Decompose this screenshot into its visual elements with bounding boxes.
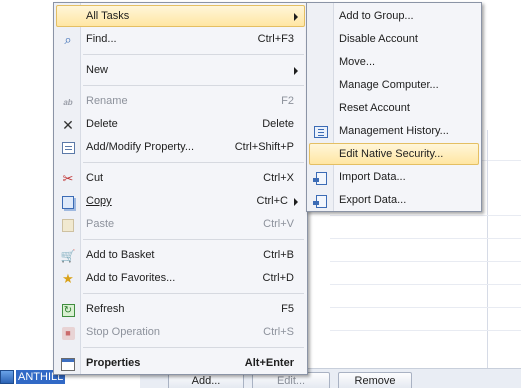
properties-icon (60, 356, 76, 372)
refresh-icon: ↻ (60, 302, 76, 318)
menu-item-label: Properties (86, 357, 141, 369)
menu-item-reset-account[interactable]: Reset Account (309, 97, 479, 119)
menu-item-shortcut: Ctrl+S (263, 326, 294, 338)
export-icon (312, 193, 329, 209)
menu-item-disable-account[interactable]: Disable Account (309, 28, 479, 50)
menu-item-label: Copy (86, 195, 112, 207)
menu-separator (83, 85, 304, 86)
menu-item-refresh[interactable]: ↻ Refresh F5 (56, 298, 305, 320)
find-icon: ⌕ (64, 32, 72, 47)
menu-item-copy[interactable]: Copy Ctrl+C (56, 190, 305, 212)
list-column-divider (487, 130, 488, 368)
menu-item-management-history[interactable]: Management History... (309, 120, 479, 142)
menu-item-shortcut: Ctrl+Shift+P (234, 141, 294, 153)
scissors-icon: ✂ (62, 171, 74, 186)
delete-icon: ✕ (62, 117, 74, 133)
menu-item-label: Manage Computer... (339, 79, 439, 91)
menu-item-label: Export Data... (339, 194, 407, 206)
menu-item-add-to-basket[interactable]: 🛒 Add to Basket Ctrl+B (56, 244, 305, 266)
list-row-line (330, 261, 521, 262)
menu-item-label: Cut (86, 172, 104, 184)
menu-item-shortcut: Ctrl+D (262, 272, 294, 284)
context-menu: All Tasks ⌕ Find... Ctrl+F3 New ab Renam… (53, 2, 308, 375)
basket-icon: 🛒 (60, 249, 76, 263)
menu-item-edit-native-security[interactable]: Edit Native Security... (309, 143, 479, 165)
list-row-line (330, 238, 521, 239)
screen: Add... Edit... Remove ANTHILL All Tasks … (0, 0, 521, 388)
menu-item-label: Management History... (339, 125, 449, 137)
paste-icon (60, 217, 76, 233)
menu-item-label: Import Data... (339, 171, 406, 183)
all-tasks-submenu: Add to Group... Disable Account Move... … (306, 2, 482, 212)
menu-item-add-modify-property[interactable]: Add/Modify Property... Ctrl+Shift+P (56, 136, 305, 158)
menu-item-label: Reset Account (339, 102, 410, 114)
menu-item-label: New (86, 64, 109, 76)
menu-item-import-data[interactable]: Import Data... (309, 166, 479, 188)
properties-list-icon (60, 140, 76, 156)
menu-item-all-tasks[interactable]: All Tasks (56, 5, 305, 27)
menu-separator (83, 293, 304, 294)
menu-item-label: Delete (86, 118, 118, 130)
menu-item-paste[interactable]: Paste Ctrl+V (56, 213, 305, 235)
menu-item-label: Add to Favorites... (86, 272, 176, 284)
menu-item-label: Add/Modify Property... (86, 141, 195, 153)
menu-item-label: Find... (86, 33, 117, 45)
submenu-arrow-icon (294, 13, 298, 21)
remove-button[interactable]: Remove (338, 372, 412, 388)
menu-separator (83, 162, 304, 163)
menu-separator (83, 239, 304, 240)
rename-icon: ab (63, 97, 73, 107)
stop-icon: ■ (60, 325, 76, 341)
menu-item-shortcut: Ctrl+C (256, 195, 288, 207)
menu-item-add-to-favorites[interactable]: ★ Add to Favorites... Ctrl+D (56, 267, 305, 289)
favorites-icon: ★ (62, 271, 74, 286)
menu-item-new[interactable]: New (56, 59, 305, 81)
menu-item-label: Add to Group... (339, 10, 414, 22)
menu-separator (83, 54, 304, 55)
copy-icon (60, 194, 76, 210)
menu-item-add-to-group[interactable]: Add to Group... (309, 5, 479, 27)
list-row-line (330, 330, 521, 331)
menu-item-label: Add to Basket (86, 249, 155, 261)
menu-item-move[interactable]: Move... (309, 51, 479, 73)
computer-icon (0, 370, 14, 384)
menu-item-shortcut: Ctrl+V (263, 218, 294, 230)
submenu-arrow-icon (294, 67, 298, 75)
menu-item-label: Refresh (86, 303, 125, 315)
list-row-line (330, 284, 521, 285)
menu-item-find[interactable]: ⌕ Find... Ctrl+F3 (56, 28, 305, 50)
menu-item-label: All Tasks (86, 10, 130, 22)
menu-item-manage-computer[interactable]: Manage Computer... (309, 74, 479, 96)
menu-item-label: Move... (339, 56, 376, 68)
menu-item-rename[interactable]: ab Rename F2 (56, 90, 305, 112)
list-row-line (330, 307, 521, 308)
history-grid-icon (313, 124, 329, 140)
submenu-arrow-icon (294, 198, 298, 206)
menu-item-label: Paste (86, 218, 115, 230)
menu-item-cut[interactable]: ✂ Cut Ctrl+X (56, 167, 305, 189)
menu-item-export-data[interactable]: Export Data... (309, 189, 479, 211)
menu-item-shortcut: Ctrl+B (263, 249, 294, 261)
menu-item-shortcut: Alt+Enter (244, 357, 294, 369)
menu-item-label: Rename (86, 95, 128, 107)
menu-separator (83, 347, 304, 348)
menu-item-shortcut: Delete (262, 118, 294, 130)
menu-item-delete[interactable]: ✕ Delete Delete (56, 113, 305, 135)
menu-item-shortcut: F2 (281, 95, 294, 107)
list-row-line (330, 215, 521, 216)
import-icon (312, 170, 329, 186)
menu-item-label: Edit Native Security... (339, 148, 444, 160)
menu-item-properties[interactable]: Properties Alt+Enter (56, 352, 305, 374)
menu-item-shortcut: Ctrl+X (263, 172, 294, 184)
menu-item-stop-operation[interactable]: ■ Stop Operation Ctrl+S (56, 321, 305, 343)
menu-item-label: Stop Operation (86, 326, 160, 338)
menu-item-shortcut: F5 (281, 303, 294, 315)
menu-item-label: Disable Account (339, 33, 418, 45)
menu-item-shortcut: Ctrl+F3 (257, 33, 294, 45)
